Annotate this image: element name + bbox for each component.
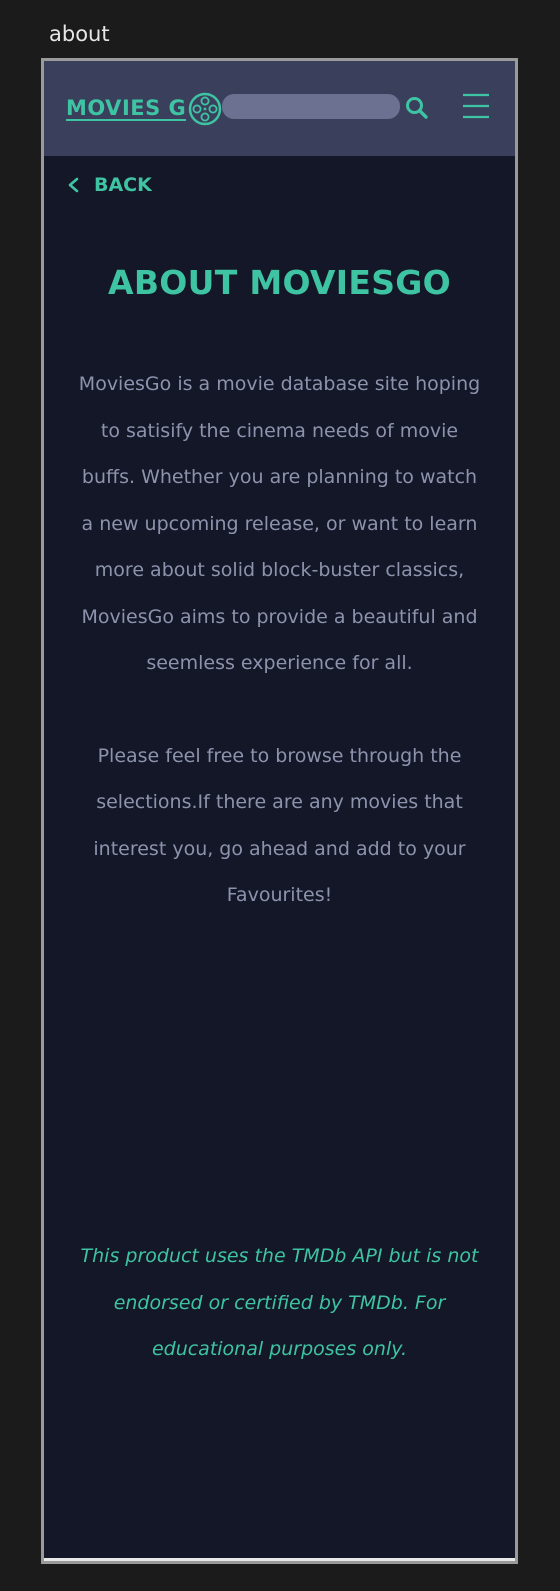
back-button[interactable]: BACK (66, 174, 152, 196)
back-label: BACK (94, 174, 152, 196)
search-input[interactable] (222, 94, 400, 119)
film-reel-icon (189, 92, 222, 126)
about-paragraph-1: MoviesGo is a movie database site hoping… (78, 373, 481, 674)
frame-label: about (49, 22, 110, 46)
about-paragraph-2: Please feel free to browse through the s… (93, 744, 466, 907)
logo[interactable]: MOVIES G (66, 91, 222, 127)
page-title: ABOUT MOVIESGO (107, 263, 451, 303)
tmdb-disclaimer: This product uses the TMDb API but is no… (74, 1233, 485, 1373)
disclaimer-text: This product uses the TMDb API but is no… (80, 1245, 479, 1360)
hamburger-menu-icon[interactable] (462, 92, 490, 120)
navbar: MOVIES G (44, 61, 515, 156)
chevron-left-icon (68, 177, 79, 193)
device-frame: MOVIES G BACK ABOUT MOVIESGO MoviesGo is… (41, 58, 518, 1564)
about-content: MoviesGo is a movie database site hoping… (74, 361, 485, 919)
logo-text: MOVIES G (66, 95, 187, 121)
app-screen: MOVIES G BACK ABOUT MOVIESGO MoviesGo is… (44, 61, 515, 1561)
search-icon[interactable] (404, 95, 430, 121)
